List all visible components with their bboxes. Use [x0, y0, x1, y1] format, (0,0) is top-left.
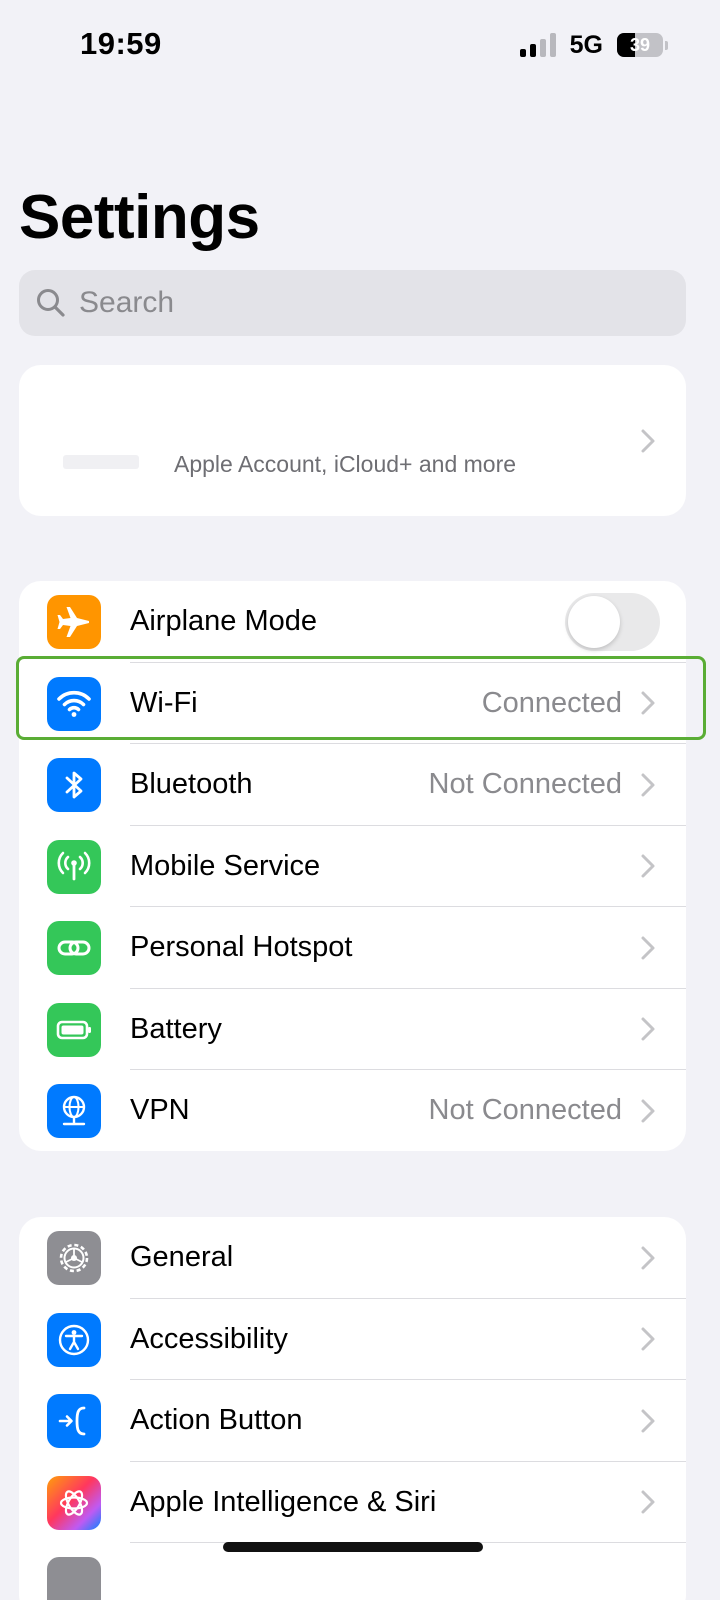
apple-intelligence-icon	[47, 1475, 101, 1530]
row-label: Apple Intelligence & Siri	[130, 1485, 437, 1518]
wifi-status: Connected	[481, 686, 622, 719]
app-icon	[47, 1557, 101, 1600]
accessibility-icon	[47, 1312, 101, 1367]
search-icon	[37, 289, 65, 317]
row-label: Airplane Mode	[130, 605, 317, 638]
status-time: 19:59	[80, 26, 162, 61]
chevron-right-icon	[641, 936, 655, 960]
action-button-icon	[47, 1394, 101, 1448]
battery-percent: 39	[629, 34, 651, 55]
apple-account-row[interactable]: Apple Account, iCloud+ and more	[19, 365, 686, 516]
page-title: Settings	[19, 183, 260, 252]
settings-row-mobile-service[interactable]: Mobile Service	[19, 826, 686, 907]
settings-row-apple-intelligence[interactable]: Apple Intelligence & Siri	[19, 1462, 686, 1543]
settings-row-vpn[interactable]: VPN Not Connected	[19, 1070, 686, 1151]
row-label: Action Button	[130, 1404, 303, 1437]
link-icon	[47, 921, 101, 975]
row-label: Accessibility	[130, 1322, 288, 1355]
chevron-right-icon	[641, 429, 655, 453]
bluetooth-icon	[47, 758, 101, 812]
row-label: VPN	[130, 1094, 190, 1127]
battery-status-icon: 39	[617, 33, 663, 57]
battery-icon	[47, 1002, 101, 1057]
airplane-mode-toggle[interactable]	[565, 593, 660, 651]
account-name-redacted	[63, 455, 139, 469]
status-indicators: 5G 39	[519, 30, 668, 60]
bluetooth-status: Not Connected	[428, 768, 622, 801]
settings-row-wifi[interactable]: Wi-Fi Connected	[19, 663, 686, 744]
chevron-right-icon	[641, 1327, 655, 1351]
chevron-right-icon	[641, 1409, 655, 1433]
settings-row-personal-hotspot[interactable]: Personal Hotspot	[19, 907, 686, 989]
antenna-icon	[47, 839, 101, 894]
account-subtitle: Apple Account, iCloud+ and more	[174, 451, 517, 477]
chevron-right-icon	[641, 1017, 655, 1041]
gear-icon	[47, 1231, 101, 1285]
settings-row-accessibility[interactable]: Accessibility	[19, 1299, 686, 1380]
settings-row-bluetooth[interactable]: Bluetooth Not Connected	[19, 744, 686, 826]
globe-icon	[47, 1084, 101, 1138]
settings-row-battery[interactable]: Battery	[19, 989, 686, 1070]
cellular-signal-icon	[519, 33, 556, 57]
row-label: Personal Hotspot	[130, 931, 353, 964]
network-type: 5G	[569, 30, 603, 59]
settings-screen: 19:59 5G 39 Settings Apple Account, iClo…	[0, 0, 720, 1600]
row-label: Mobile Service	[130, 849, 321, 882]
chevron-right-icon	[641, 1099, 655, 1123]
vpn-status: Not Connected	[428, 1094, 622, 1127]
search-input[interactable]	[79, 286, 639, 320]
connectivity-group: Airplane Mode Wi-Fi Connected Bluetooth …	[19, 581, 686, 1151]
row-label: Wi-Fi	[130, 686, 198, 719]
search-bar[interactable]	[19, 270, 686, 336]
chevron-right-icon	[641, 1490, 655, 1514]
chevron-right-icon	[641, 1246, 655, 1270]
row-label: Bluetooth	[130, 768, 253, 801]
row-label: General	[130, 1241, 234, 1274]
row-label: Battery	[130, 1012, 222, 1045]
chevron-right-icon	[641, 691, 655, 715]
settings-row-action-button[interactable]: Action Button	[19, 1380, 686, 1462]
home-indicator[interactable]	[223, 1542, 483, 1552]
chevron-right-icon	[641, 854, 655, 878]
airplane-icon	[47, 595, 101, 649]
settings-row-airplane-mode[interactable]: Airplane Mode	[19, 581, 686, 663]
chevron-right-icon	[641, 773, 655, 797]
wifi-icon	[47, 676, 101, 731]
settings-row-general[interactable]: General	[19, 1217, 686, 1299]
toggle-knob	[568, 596, 620, 648]
